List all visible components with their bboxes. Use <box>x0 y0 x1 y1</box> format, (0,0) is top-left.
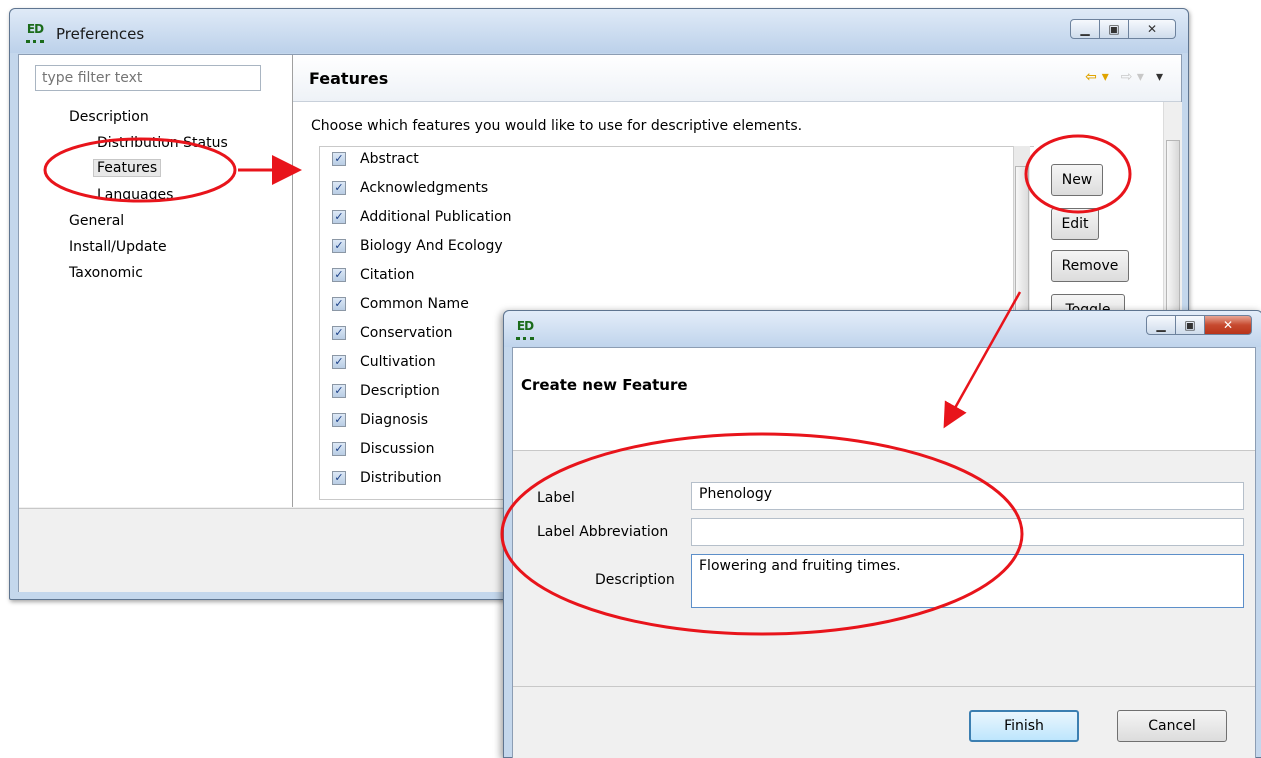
list-item-label: Description <box>360 383 440 399</box>
tree-item-distribution-status[interactable]: Distribution Status <box>97 135 228 151</box>
dialog-header: Create new Feature <box>513 348 1255 451</box>
list-item[interactable]: ✓ Biology And Ecology <box>332 238 503 254</box>
label-field[interactable]: Phenology <box>691 482 1244 510</box>
minimize-icon[interactable]: ▁ <box>1070 19 1100 39</box>
tree-item-description[interactable]: Description <box>69 109 149 125</box>
list-item-label: Common Name <box>360 296 469 312</box>
tree-item-taxonomic[interactable]: Taxonomic <box>69 265 143 281</box>
checkbox[interactable]: ✓ <box>332 384 346 398</box>
list-item[interactable]: ✓ Additional Publication <box>332 209 512 225</box>
list-item-label: Additional Publication <box>360 209 512 225</box>
list-item-label: Distribution <box>360 470 442 486</box>
list-item-label: Abstract <box>360 151 419 167</box>
tree-item-features[interactable]: Features <box>93 159 162 177</box>
dialog-window-controls: ▁ ▣ ✕ <box>1146 315 1252 335</box>
app-icon: ED <box>24 22 46 43</box>
view-menu-icon[interactable]: ▾ <box>1156 69 1163 85</box>
checkbox[interactable]: ✓ <box>332 442 346 456</box>
checkbox[interactable]: ✓ <box>332 152 346 166</box>
label-field-label: Label <box>537 490 575 506</box>
dialog-client: Create new Feature Label Phenology Label… <box>512 347 1256 758</box>
finish-button-label: Finish <box>1004 718 1044 734</box>
create-feature-dialog: ED ▁ ▣ ✕ Create new Feature Label Phenol… <box>503 310 1261 758</box>
window-controls: ▁ ▣ ✕ <box>1070 19 1176 39</box>
app-icon-text: ED <box>26 22 44 36</box>
page-title: Features <box>309 69 389 88</box>
list-item-label: Biology And Ecology <box>360 238 503 254</box>
list-item-label: Diagnosis <box>360 412 429 428</box>
tree-item-general[interactable]: General <box>69 213 124 229</box>
checkbox[interactable]: ✓ <box>332 413 346 427</box>
page-description: Choose which features you would like to … <box>311 118 803 134</box>
minimize-icon[interactable]: ▁ <box>1146 315 1176 335</box>
tree-item-languages[interactable]: Languages <box>97 187 173 203</box>
list-item[interactable]: ✓ Abstract <box>332 151 419 167</box>
dialog-heading: Create new Feature <box>521 376 688 394</box>
app-icon: ED <box>514 319 536 340</box>
list-item[interactable]: ✓ Diagnosis <box>332 412 428 428</box>
checkbox[interactable]: ✓ <box>332 471 346 485</box>
dialog-separator <box>513 686 1255 687</box>
list-item[interactable]: ✓ Description <box>332 383 440 399</box>
maximize-icon[interactable]: ▣ <box>1099 19 1129 39</box>
finish-button[interactable]: Finish <box>969 710 1079 742</box>
preferences-tree-pane: Description Distribution Status Features… <box>19 55 293 507</box>
list-item[interactable]: ✓ Common Name <box>332 296 469 312</box>
list-item[interactable]: ✓ Distribution <box>332 470 442 486</box>
description-label: Description <box>595 572 675 588</box>
label-abbreviation-label: Label Abbreviation <box>537 524 669 540</box>
checkbox[interactable]: ✓ <box>332 239 346 253</box>
list-item[interactable]: ✓ Discussion <box>332 441 434 457</box>
list-item-label: Discussion <box>360 441 435 457</box>
checkbox[interactable]: ✓ <box>332 268 346 282</box>
history-navigation: ⇦ ▾ ⇨ ▾ ▾ <box>1085 69 1163 85</box>
list-item[interactable]: ✓ Conservation <box>332 325 453 341</box>
close-icon[interactable]: ✕ <box>1204 315 1252 335</box>
checkbox[interactable]: ✓ <box>332 297 346 311</box>
checkbox[interactable]: ✓ <box>332 181 346 195</box>
app-icon-text: ED <box>516 319 534 333</box>
list-item-label: Citation <box>360 267 415 283</box>
list-item-label: Conservation <box>360 325 453 341</box>
list-item[interactable]: ✓ Acknowledgments <box>332 180 488 196</box>
filter-input[interactable] <box>35 65 261 91</box>
checkbox[interactable]: ✓ <box>332 326 346 340</box>
close-icon[interactable]: ✕ <box>1128 19 1176 39</box>
cancel-button[interactable]: Cancel <box>1117 710 1227 742</box>
maximize-icon[interactable]: ▣ <box>1175 315 1205 335</box>
back-arrow-icon[interactable]: ⇦ ▾ <box>1085 69 1109 85</box>
description-field[interactable]: Flowering and fruiting times. <box>691 554 1244 608</box>
remove-button[interactable]: Remove <box>1051 250 1129 282</box>
tree-item-install-update[interactable]: Install/Update <box>69 239 167 255</box>
list-item[interactable]: ✓ Citation <box>332 267 415 283</box>
preferences-titlebar[interactable]: ED Preferences ▁ ▣ ✕ <box>10 9 1188 53</box>
dialog-titlebar[interactable]: ED ▁ ▣ ✕ <box>504 311 1261 347</box>
list-item[interactable]: ✓ Cultivation <box>332 354 436 370</box>
list-item-label: Acknowledgments <box>360 180 489 196</box>
list-item-label: Cultivation <box>360 354 436 370</box>
page-header: Features ⇦ ▾ ⇨ ▾ ▾ <box>293 55 1181 102</box>
forward-arrow-icon[interactable]: ⇨ ▾ <box>1121 69 1144 85</box>
edit-button[interactable]: Edit <box>1051 208 1099 240</box>
label-abbreviation-field[interactable] <box>691 518 1244 546</box>
checkbox[interactable]: ✓ <box>332 210 346 224</box>
new-button[interactable]: New <box>1051 164 1103 196</box>
checkbox[interactable]: ✓ <box>332 355 346 369</box>
window-title: Preferences <box>56 25 145 43</box>
